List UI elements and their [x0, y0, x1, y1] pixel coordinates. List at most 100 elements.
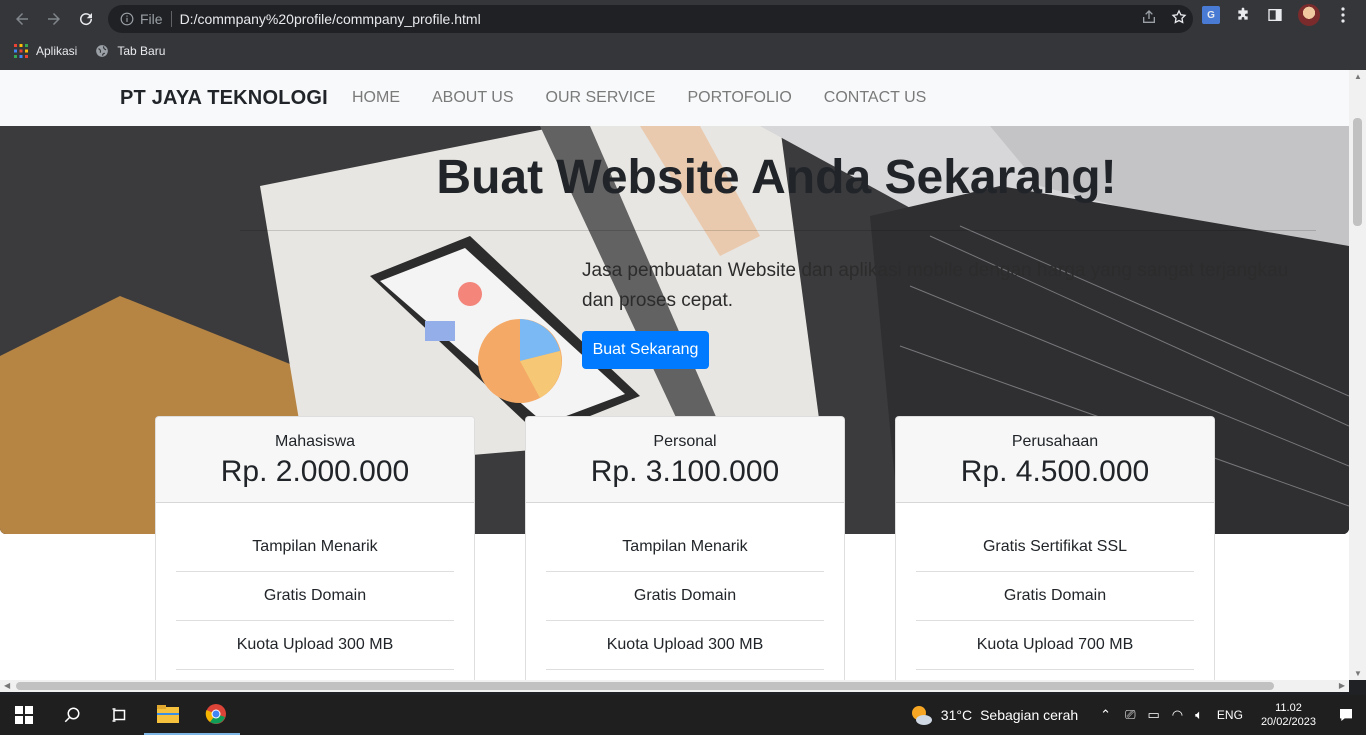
windows-taskbar: 31°C Sebagian cerah ⌃ ⎚ ▭ ◠ 🔈︎ ENG 11.02…	[0, 695, 1366, 735]
page-viewport: PT JAYA TEKNOLOGI HOME ABOUT US OUR SERV…	[0, 70, 1349, 680]
horizontal-scroll-thumb[interactable]	[16, 682, 1274, 690]
vertical-scroll-thumb[interactable]	[1353, 118, 1362, 226]
pricing-card-perusahaan: Perusahaan Rp. 4.500.000 Gratis Sertifik…	[895, 416, 1215, 680]
nav-our-service[interactable]: OUR SERVICE	[546, 89, 656, 107]
side-panel-icon[interactable]	[1266, 6, 1284, 24]
plan-name: Mahasiswa	[274, 433, 356, 450]
weather-desc: Sebagian cerah	[980, 707, 1079, 723]
share-icon[interactable]	[1141, 9, 1157, 25]
feature-item: Tampilan Menarik	[546, 523, 824, 572]
arrow-right-icon	[48, 13, 60, 25]
site-info[interactable]: File	[120, 11, 163, 27]
file-explorer-button[interactable]	[144, 695, 192, 735]
weather-widget[interactable]: 31°C Sebagian cerah	[909, 704, 1078, 726]
apps-grid-icon	[14, 44, 28, 58]
task-view-button[interactable]	[96, 695, 144, 735]
omnibox-actions	[1141, 9, 1187, 25]
file-label: File	[140, 11, 163, 27]
notification-button[interactable]	[1326, 707, 1366, 723]
brand-logo-text[interactable]: PT JAYA TEKNOLOGI	[120, 87, 328, 110]
buat-sekarang-button[interactable]: Buat Sekarang	[582, 331, 709, 369]
nav-contact-us[interactable]: CONTACT US	[824, 89, 927, 107]
nav-portofolio[interactable]: PORTOFOLIO	[687, 89, 791, 107]
clock-time: 11.02	[1275, 702, 1302, 714]
bookmark-star-icon[interactable]	[1171, 9, 1187, 25]
reload-icon	[80, 13, 93, 26]
pricing-card-mahasiswa: Mahasiswa Rp. 2.000.000 Tampilan Menarik…	[155, 416, 475, 680]
plan-name: Personal	[653, 433, 717, 450]
nav-menu: HOME ABOUT US OUR SERVICE PORTOFOLIO CON…	[352, 89, 926, 107]
kebab-menu-icon[interactable]	[1334, 6, 1352, 24]
plan-price: Rp. 2.000.000	[220, 455, 410, 488]
start-button[interactable]	[0, 695, 48, 735]
clock-date: 20/02/2023	[1260, 716, 1316, 728]
nav-home[interactable]: HOME	[352, 89, 400, 107]
address-bar[interactable]: File D:/commpany%20profile/commpany_prof…	[108, 5, 1193, 33]
omnibox-divider	[170, 11, 172, 27]
clock[interactable]: 11.02 20/02/2023	[1261, 701, 1316, 729]
chevron-up-icon[interactable]: ⌃	[1100, 707, 1111, 723]
weather-temp: 31°C	[940, 707, 973, 723]
bookmark-tab-baru[interactable]: Tab Baru	[95, 44, 165, 58]
language-indicator[interactable]: ENG	[1217, 708, 1243, 722]
feature-item: Gratis Domain	[176, 572, 454, 621]
back-button[interactable]	[6, 3, 38, 35]
bookmark-apps[interactable]: Aplikasi	[14, 44, 77, 58]
feature-item: Tampilan Menarik	[176, 523, 454, 572]
scroll-right-icon[interactable]: ▶	[1339, 681, 1345, 690]
notification-icon	[1340, 709, 1352, 721]
scroll-up-icon[interactable]: ▲	[1354, 72, 1362, 81]
scroll-left-icon[interactable]: ◀	[4, 681, 10, 690]
taskbar-apps	[0, 695, 240, 735]
feature-item: Gratis Domain	[546, 572, 824, 621]
horizontal-scrollbar[interactable]: ◀ ▶	[0, 680, 1349, 692]
feature-item: Kuota Upload 700 MB	[916, 621, 1194, 670]
nav-about-us[interactable]: ABOUT US	[432, 89, 514, 107]
windows-logo-icon	[15, 706, 33, 724]
puzzle-icon[interactable]	[1234, 6, 1252, 24]
plan-name: Perusahaan	[1011, 433, 1099, 450]
profile-avatar[interactable]	[1298, 4, 1320, 26]
pricing-card-personal: Personal Rp. 3.100.000 Tampilan Menarik …	[525, 416, 845, 680]
arrow-left-icon	[16, 13, 28, 25]
feature-list: Tampilan Menarik Gratis Domain Kuota Upl…	[156, 523, 474, 670]
translate-icon[interactable]: G	[1202, 6, 1220, 24]
browser-chrome: File D:/commpany%20profile/commpany_prof…	[0, 0, 1366, 70]
bookmark-label: Aplikasi	[36, 44, 78, 58]
pricing-card-header: Perusahaan Rp. 4.500.000	[896, 417, 1214, 503]
plan-price: Rp. 4.500.000	[960, 455, 1150, 488]
plan-price: Rp. 3.100.000	[590, 455, 780, 488]
sun-cloud-icon	[911, 706, 932, 725]
search-button[interactable]	[48, 695, 96, 735]
vertical-scrollbar[interactable]: ▲ ▼	[1349, 70, 1366, 680]
site-navbar: PT JAYA TEKNOLOGI HOME ABOUT US OUR SERV…	[0, 70, 1349, 126]
hero-divider	[240, 230, 1316, 231]
volume-icon[interactable]: 🔈︎	[1195, 707, 1203, 723]
search-icon	[64, 707, 80, 723]
feature-list: Gratis Sertifikat SSL Gratis Domain Kuot…	[896, 523, 1214, 670]
feature-list: Tampilan Menarik Gratis Domain Kuota Upl…	[526, 523, 844, 670]
url-text[interactable]: D:/commpany%20profile/commpany_profile.h…	[180, 11, 481, 27]
pricing-card-header: Personal Rp. 3.100.000	[526, 417, 844, 503]
feature-item: Kuota Upload 300 MB	[546, 621, 824, 670]
battery-icon[interactable]: ▭	[1147, 707, 1159, 723]
pricing-card-header: Mahasiswa Rp. 2.000.000	[156, 417, 474, 503]
globe-icon	[96, 45, 109, 57]
scroll-down-icon[interactable]: ▼	[1354, 669, 1362, 678]
chrome-button[interactable]	[192, 695, 240, 735]
hero-lead-text: Jasa pembuatan Website dan aplikasi mobi…	[582, 260, 1289, 311]
folder-icon	[157, 705, 179, 723]
bookmarks-bar: Aplikasi Tab Baru	[0, 38, 165, 64]
feature-item: Gratis Domain	[916, 572, 1194, 621]
task-view-icon	[112, 708, 126, 722]
wifi-icon[interactable]: ◠	[1172, 707, 1183, 723]
system-tray: 31°C Sebagian cerah ⌃ ⎚ ▭ ◠ 🔈︎ ENG 11.02…	[909, 695, 1366, 735]
reload-button[interactable]	[70, 3, 102, 35]
feature-item: Kuota Upload 300 MB	[176, 621, 454, 670]
info-icon	[120, 12, 134, 26]
chrome-icon	[205, 704, 226, 724]
forward-button[interactable]	[38, 3, 70, 35]
meet-now-icon[interactable]: ⎚	[1125, 707, 1135, 723]
feature-item: Gratis Sertifikat SSL	[916, 523, 1194, 572]
extensions-area: G	[1202, 4, 1366, 26]
